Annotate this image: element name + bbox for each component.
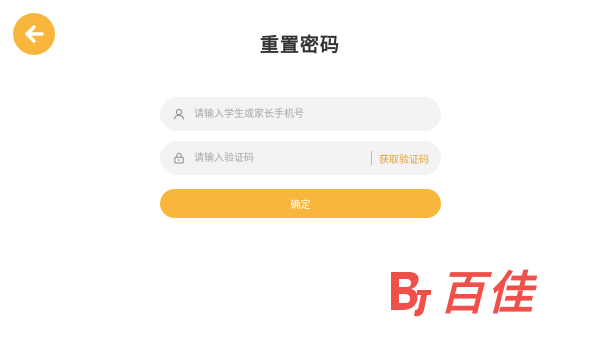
- page-title: 重置密码: [259, 34, 340, 56]
- user-icon: [172, 107, 186, 121]
- logo-mark-icon: [391, 272, 431, 317]
- phone-input[interactable]: [186, 96, 441, 132]
- code-input[interactable]: [186, 140, 371, 176]
- watermark-text: 百佳: [439, 266, 535, 320]
- code-field[interactable]: 获取验证码: [160, 140, 441, 176]
- phone-field[interactable]: [160, 96, 441, 132]
- lock-icon: [172, 151, 186, 165]
- get-code-button[interactable]: 获取验证码: [379, 151, 429, 166]
- confirm-button[interactable]: 确定: [160, 189, 441, 218]
- watermark-logo: 百佳: [387, 268, 535, 318]
- divider: [371, 151, 372, 165]
